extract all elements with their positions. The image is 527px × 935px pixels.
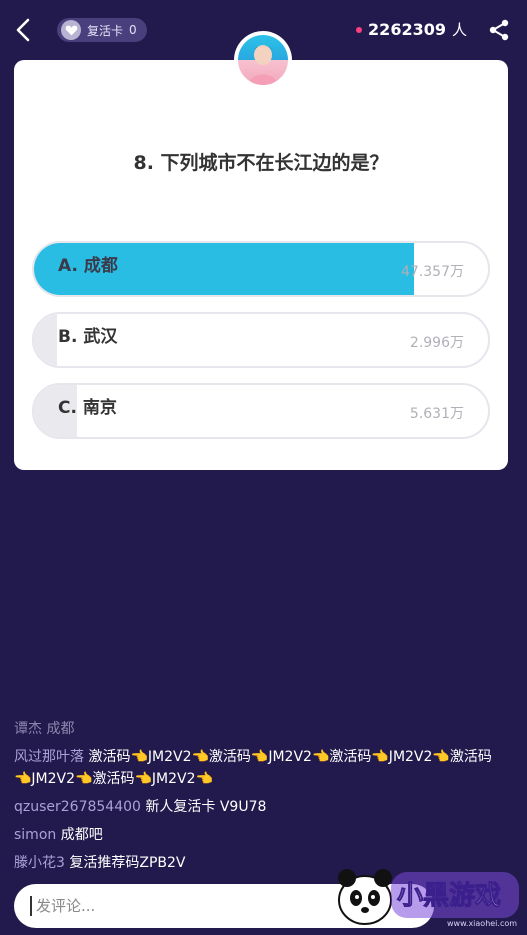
- revive-card-label: 复活卡: [87, 23, 124, 38]
- comment-text: 成都: [46, 721, 75, 737]
- option-vote-count: 5.631万: [409, 406, 464, 422]
- vote-share-bar: [34, 314, 57, 366]
- question-card: 8. 下列城市不在长江边的是？ A. 成都 47.357万 B. 武汉 2.99…: [14, 60, 508, 470]
- answer-option-a[interactable]: A. 成都 47.357万: [32, 241, 490, 297]
- comment-username: simon: [14, 827, 57, 843]
- viewer-counter: 2262309 人: [356, 19, 467, 40]
- comment-username: 谭杰: [14, 721, 42, 737]
- comment-username: 风过那叶落: [14, 749, 84, 765]
- watermark-url: www.xiaohei.com: [447, 919, 517, 928]
- share-icon[interactable]: [487, 18, 511, 42]
- text-caret: [30, 896, 32, 916]
- option-label: A. 成都: [58, 256, 118, 276]
- revive-card-count: 0: [129, 23, 137, 37]
- option-label: C. 南京: [58, 398, 117, 418]
- comment-item: 谭杰 成都: [14, 718, 504, 740]
- answer-option-b[interactable]: B. 武汉 2.996万: [32, 312, 490, 368]
- comment-item: qzuser267854400 新人复活卡 V9U78: [14, 796, 504, 818]
- option-vote-count: 47.357万: [401, 264, 464, 280]
- comment-item: 风过那叶落 激活码👈JM2V2👈激活码👈JM2V2👈激活码👈JM2V2👈激活码👈…: [14, 746, 504, 790]
- comment-text: 成都吧: [60, 827, 103, 843]
- viewer-unit: 人: [451, 21, 467, 39]
- xiaohei-watermark-logo: 小黑游戏 www.xiaohei.com: [338, 869, 519, 928]
- host-avatar: [234, 31, 292, 89]
- heart-icon: [61, 20, 81, 40]
- viewer-count: 2262309: [368, 20, 446, 39]
- comment-username: 滕小花3: [14, 855, 65, 871]
- comment-text: 新人复活卡 V9U78: [145, 799, 267, 815]
- option-label: B. 武汉: [58, 327, 118, 347]
- live-dot-icon: [356, 26, 363, 33]
- option-vote-count: 2.996万: [409, 335, 464, 351]
- revive-card-badge[interactable]: 复活卡 0: [57, 18, 147, 42]
- comment-item: simon 成都吧: [14, 824, 504, 846]
- back-arrow-icon[interactable]: [10, 14, 36, 46]
- watermark-brand: 小黑游戏: [397, 881, 501, 911]
- comment-feed: 谭杰 成都 风过那叶落 激活码👈JM2V2👈激活码👈JM2V2👈激活码👈JM2V…: [14, 718, 504, 880]
- question-text: 8. 下列城市不在长江边的是？: [133, 152, 389, 174]
- host-portrait-icon: [238, 35, 288, 85]
- comment-text: 激活码👈JM2V2👈激活码👈JM2V2👈激活码👈JM2V2👈激活码👈JM2V2👈…: [14, 749, 492, 787]
- comment-username: qzuser267854400: [14, 799, 141, 815]
- comment-text: 复活推荐码ZPB2V: [69, 855, 186, 871]
- answer-option-c[interactable]: C. 南京 5.631万: [32, 383, 490, 439]
